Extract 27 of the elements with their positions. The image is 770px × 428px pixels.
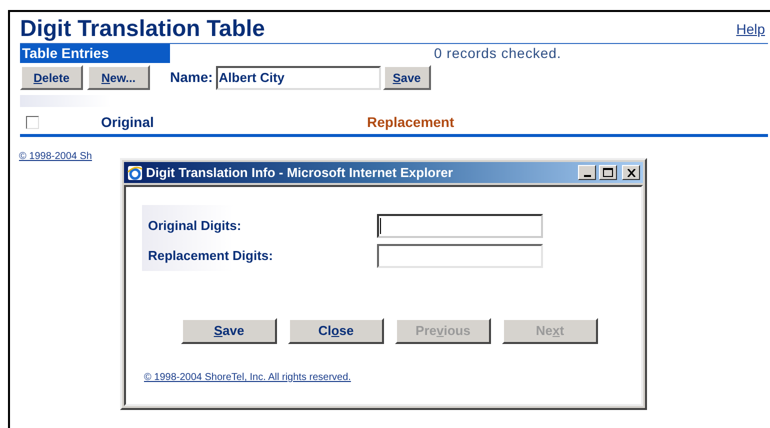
name-label: Name:: [170, 68, 213, 87]
delete-button[interactable]: Delete: [20, 65, 83, 90]
input-field[interactable]: [377, 214, 543, 238]
maximize-icon: [603, 168, 613, 177]
minimize-icon: [584, 175, 590, 177]
help-link[interactable]: Help: [736, 19, 765, 40]
field-label: Original Digits:: [148, 217, 242, 236]
close-button[interactable]: [622, 165, 640, 180]
new-button[interactable]: New...: [87, 65, 150, 90]
field-label: Replacement Digits:: [148, 247, 274, 266]
section-header: Table Entries: [20, 44, 170, 63]
dialog-title: Digit Translation Info - Microsoft Internet Explorer: [146, 164, 454, 182]
minimize-button[interactable]: [578, 165, 596, 180]
browser-icon: [127, 164, 143, 180]
dialog-button[interactable]: Close: [288, 318, 384, 344]
column-header[interactable]: Replacement: [367, 112, 454, 132]
name-field[interactable]: Albert City: [216, 66, 381, 90]
records-status: 0 records checked.: [434, 44, 562, 63]
page-title: Digit Translation Table: [20, 14, 265, 42]
copyright-link[interactable]: © 1998-2004 ShoreTel, Inc. All rights reserved.: [144, 370, 641, 385]
maximize-button[interactable]: [599, 165, 617, 180]
save-button[interactable]: Save: [382, 65, 431, 90]
select-all-checkbox[interactable]: [26, 116, 39, 128]
input-field[interactable]: [377, 244, 543, 268]
close-icon: [626, 168, 636, 176]
column-header[interactable]: Original: [101, 112, 367, 132]
dialog-button[interactable]: Save: [181, 318, 277, 344]
